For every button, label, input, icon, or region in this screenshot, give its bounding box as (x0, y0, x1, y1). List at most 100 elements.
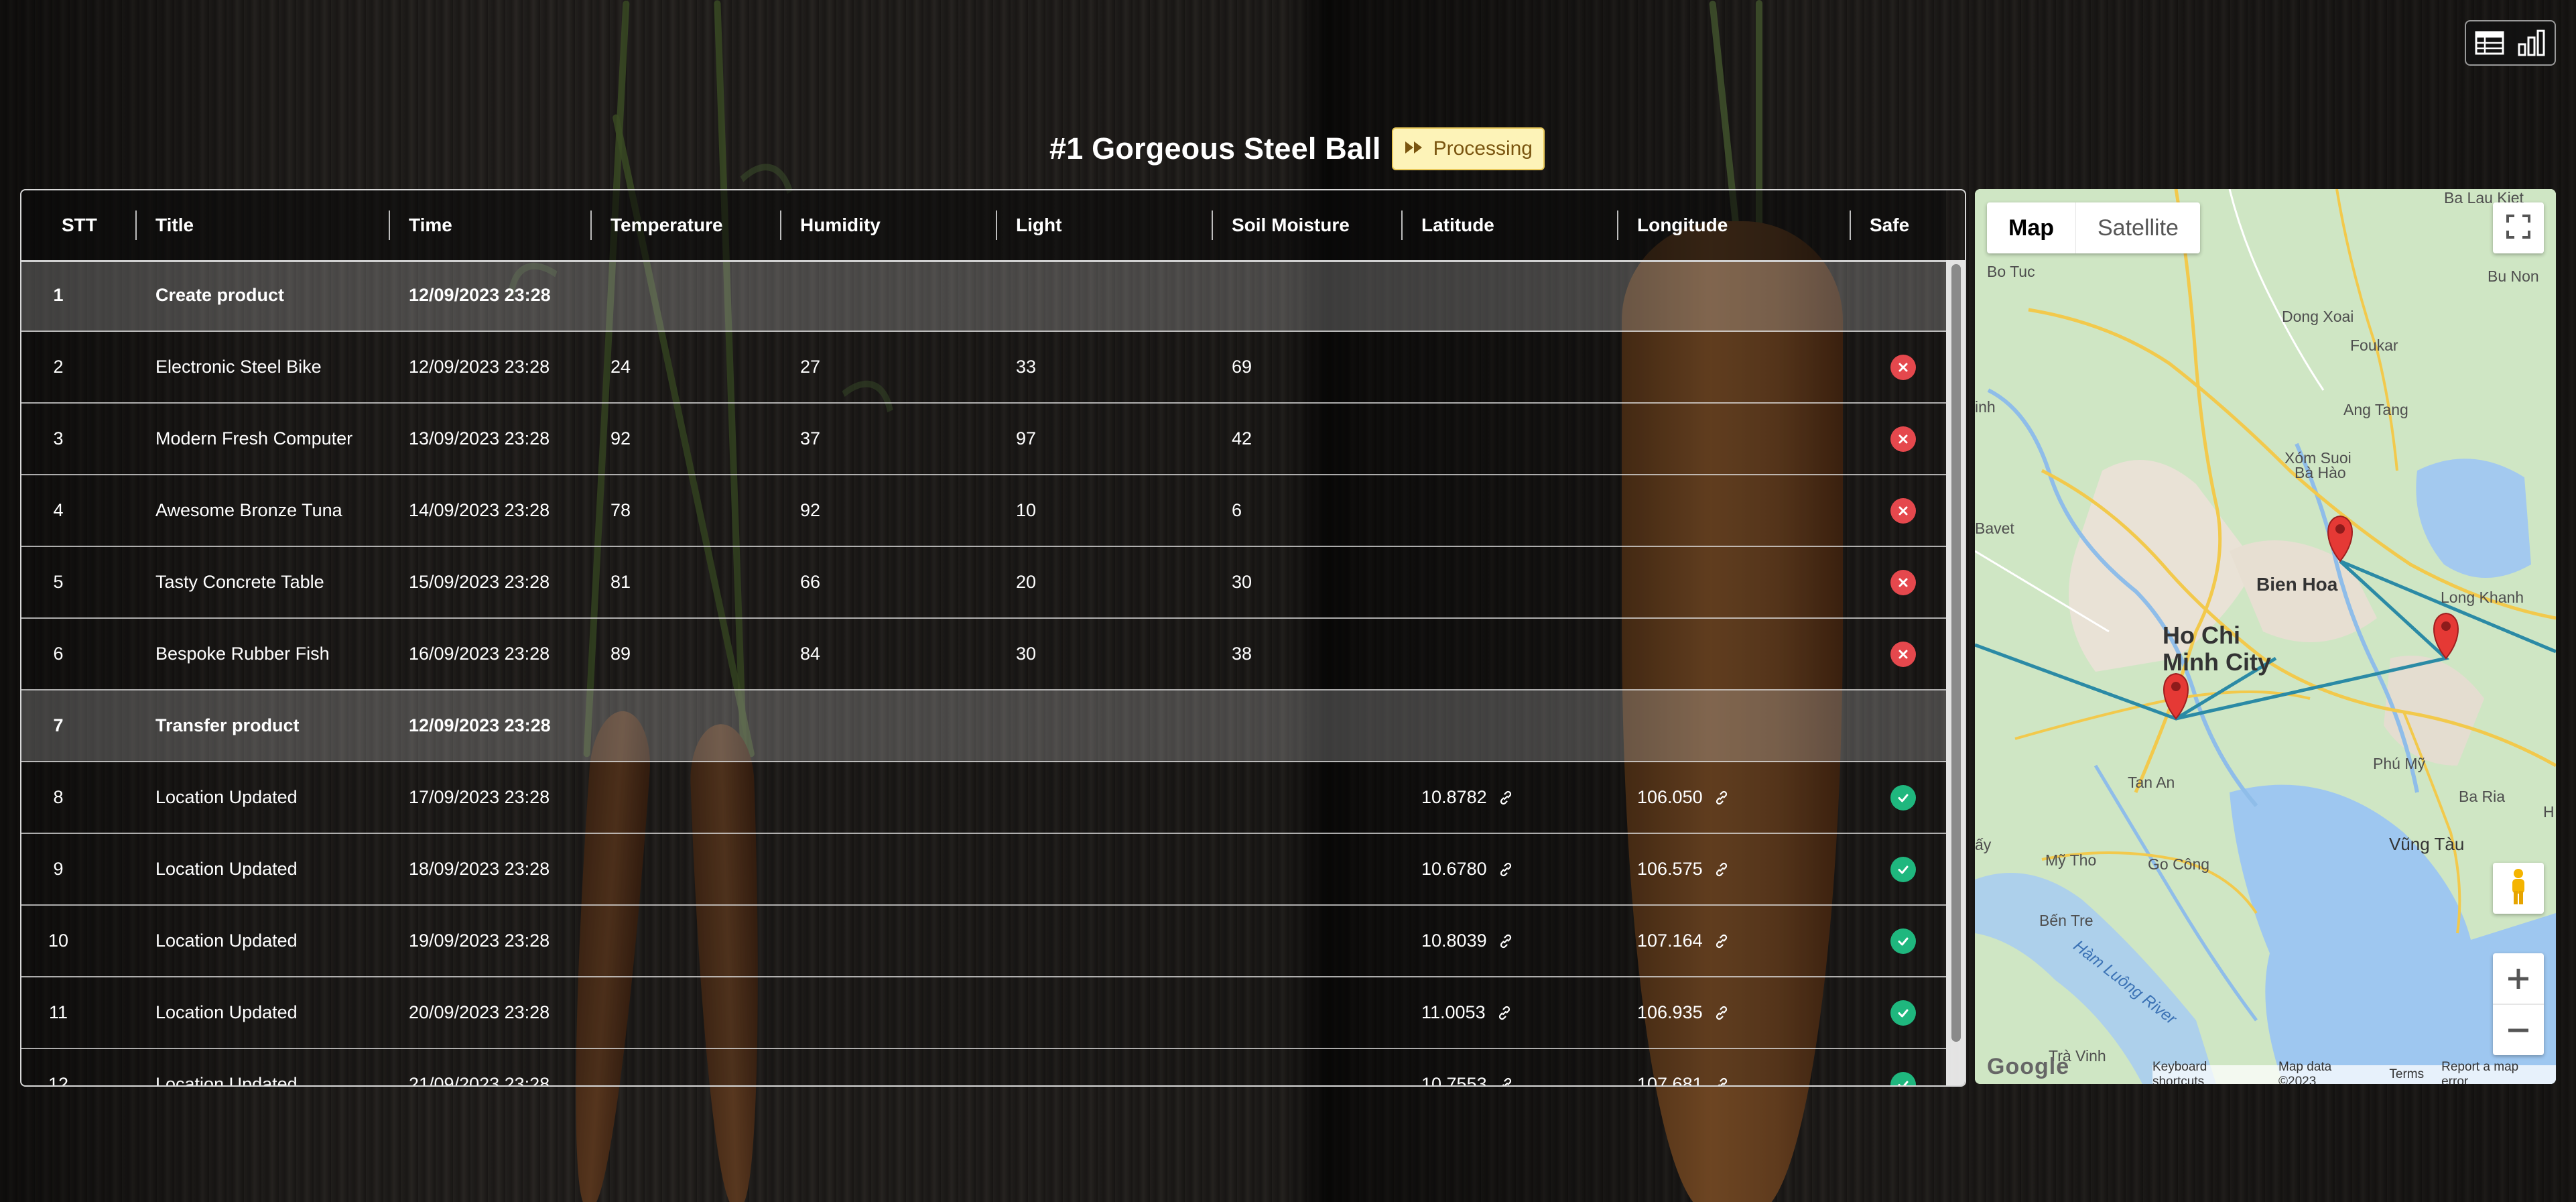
table-row[interactable]: 6 Bespoke Rubber Fish 16/09/2023 23:28 89 84… (21, 619, 1946, 690)
cell-safe (1890, 906, 1917, 976)
map-type-map-button[interactable]: Map (1987, 202, 2076, 253)
cell-stt: 9 (21, 834, 95, 904)
cell-title-text: Location Updated (155, 1002, 298, 1022)
cell-stt: 7 (21, 690, 95, 761)
table-row[interactable]: 4 Awesome Bronze Tuna 14/09/2023 23:28 78 92… (21, 475, 1946, 547)
scrollbar-thumb[interactable] (1951, 264, 1961, 1042)
map-place-label: Go Công (2148, 855, 2210, 873)
map-type-satellite-button[interactable]: Satellite (2076, 202, 2200, 253)
status-label: Processing (1433, 137, 1533, 160)
cell-stt: 10 (21, 906, 95, 976)
link-icon[interactable] (1498, 1077, 1514, 1085)
map-place-label: Bu Non (2488, 267, 2539, 285)
cell-safe (1890, 834, 1917, 904)
table-header: STT Title Time Temperature Humidity Ligh… (21, 190, 1946, 262)
link-icon[interactable] (1714, 790, 1730, 806)
cell-stt: 2 (21, 332, 95, 402)
table-row[interactable]: 10 Location Updated 19/09/2023 23:28 10.803… (21, 906, 1946, 977)
cell-stt-text: 5 (53, 572, 64, 592)
cell-longitude: 107.164 (1637, 906, 1730, 976)
table-row[interactable]: 7 Transfer product 12/09/2023 23:28 (21, 690, 1946, 762)
cell-time: 18/09/2023 23:28 (409, 834, 550, 904)
table-row[interactable]: 8 Location Updated 17/09/2023 23:28 10.8782… (21, 762, 1946, 834)
map-panel[interactable]: Ba Lau Kiet Bo Tuc inh Bu Non Dong Xoai … (1975, 189, 2556, 1084)
cell-stt: 11 (21, 977, 95, 1048)
table-row[interactable]: 12 Location Updated 21/09/2023 23:28 10.755… (21, 1049, 1946, 1085)
table-row[interactable]: 11 Location Updated 20/09/2023 23:28 11.005… (21, 977, 1946, 1049)
table-scrollbar[interactable] (1946, 260, 1965, 1085)
zoom-in-button[interactable] (2493, 953, 2544, 1005)
cell-humidity: 27 (800, 332, 820, 402)
cell-time-text: 14/09/2023 23:28 (409, 500, 550, 520)
cell-time-text: 21/09/2023 23:28 (409, 1074, 550, 1085)
table-row[interactable]: 1 Create product 12/09/2023 23:28 (21, 260, 1946, 332)
link-icon[interactable] (1714, 1077, 1730, 1085)
table-row[interactable]: 5 Tasty Concrete Table 15/09/2023 23:28 81 6… (21, 547, 1946, 619)
check-circle-icon (1890, 1000, 1916, 1026)
x-circle-icon (1890, 497, 1916, 524)
street-view-button[interactable] (2493, 863, 2544, 914)
link-icon[interactable] (1714, 933, 1730, 949)
cell-soil-moisture-text: 42 (1232, 428, 1252, 448)
cell-light-text: 97 (1016, 428, 1037, 448)
map-type-control: Map Satellite (1987, 202, 2200, 253)
cell-title: Electronic Steel Bike (155, 332, 322, 402)
bar-chart-icon[interactable] (2513, 25, 2549, 61)
cell-stt: 5 (21, 547, 95, 617)
map-data-text: Map data ©2023 (2278, 1060, 2332, 1084)
link-icon[interactable] (1498, 861, 1514, 878)
table-row[interactable]: 2 Electronic Steel Bike 12/09/2023 23:28 24… (21, 332, 1946, 404)
keyboard-shortcuts-link[interactable]: Keyboard shortcuts (2152, 1060, 2261, 1084)
check-circle-icon (1890, 928, 1916, 954)
cell-time: 20/09/2023 23:28 (409, 977, 550, 1048)
link-icon[interactable] (1498, 933, 1514, 949)
cell-temperature-text: 89 (610, 644, 631, 664)
cell-time: 17/09/2023 23:28 (409, 762, 550, 833)
cell-title: Location Updated (155, 834, 298, 904)
cell-time-text: 12/09/2023 23:28 (409, 357, 550, 377)
check-circle-icon (1890, 1071, 1916, 1085)
cell-temperature: 24 (610, 332, 631, 402)
map-place-label: Dong Xoai (2282, 308, 2354, 325)
terms-link[interactable]: Terms (2389, 1067, 2424, 1082)
link-icon[interactable] (1496, 1005, 1512, 1021)
cell-soil-moisture: 30 (1232, 547, 1252, 617)
cell-time: 12/09/2023 23:28 (409, 332, 550, 402)
link-icon[interactable] (1714, 1005, 1730, 1021)
cell-stt: 6 (21, 619, 95, 689)
column-header-latitude: Latitude (1401, 190, 1494, 260)
column-header-time: Time (389, 190, 452, 260)
cell-stt-text: 10 (48, 930, 69, 951)
table-row[interactable]: 9 Location Updated 18/09/2023 23:28 10.6780… (21, 834, 1946, 906)
cell-title: Location Updated (155, 977, 298, 1048)
cell-longitude-text: 107.164 (1637, 930, 1703, 951)
cell-latitude-text: 10.8039 (1421, 930, 1487, 951)
zoom-control (2493, 953, 2544, 1055)
cell-humidity-text: 66 (800, 572, 821, 592)
table-row[interactable]: 3 Modern Fresh Computer 13/09/2023 23:28 92… (21, 404, 1946, 475)
cell-light-text: 20 (1016, 572, 1037, 592)
link-icon[interactable] (1498, 790, 1514, 806)
cell-time: 19/09/2023 23:28 (409, 906, 550, 976)
cell-time: 12/09/2023 23:28 (409, 690, 551, 761)
pegman-icon (2506, 868, 2530, 909)
cell-soil-moisture-text: 38 (1232, 644, 1252, 664)
cell-title: Awesome Bronze Tuna (155, 475, 342, 546)
fullscreen-button[interactable] (2493, 202, 2544, 253)
table-view-icon[interactable] (2471, 25, 2508, 61)
cell-stt-text: 4 (53, 500, 64, 520)
report-map-error-link[interactable]: Report a map error (2441, 1060, 2548, 1084)
cell-title-text: Bespoke Rubber Fish (155, 644, 330, 664)
column-header-longitude: Longitude (1616, 190, 1728, 260)
cell-light-text: 30 (1016, 644, 1037, 664)
cell-light: 20 (1016, 547, 1036, 617)
cell-light: 30 (1016, 619, 1036, 689)
table-body: 1 Create product 12/09/2023 23:28 2 Electron… (21, 260, 1946, 1085)
link-icon[interactable] (1714, 861, 1730, 878)
zoom-out-button[interactable] (2493, 1005, 2544, 1055)
cell-time-text: 20/09/2023 23:28 (409, 1002, 550, 1022)
cell-stt: 1 (21, 260, 95, 330)
cell-latitude: 10.7553 (1421, 1049, 1514, 1085)
cell-stt: 8 (21, 762, 95, 833)
cell-stt-text: 8 (53, 787, 64, 807)
